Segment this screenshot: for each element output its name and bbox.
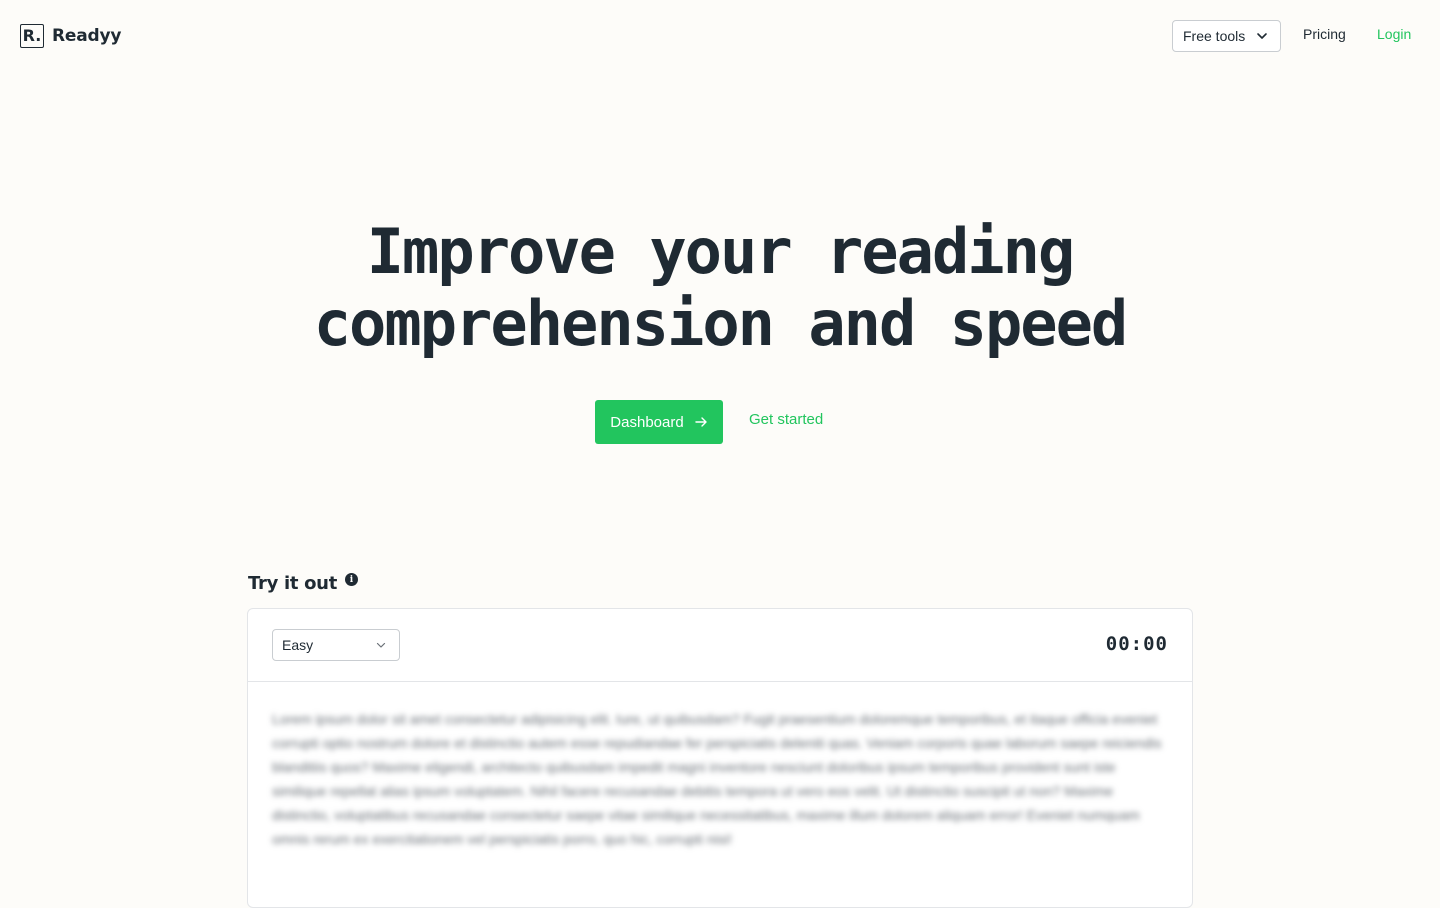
free-tools-dropdown[interactable]: Free tools [1172, 20, 1281, 52]
site-header: R. Readyy Free tools Pricing Login [0, 0, 1440, 72]
login-link[interactable]: Login [1377, 26, 1411, 42]
reading-passage: Lorem ipsum dolor sit amet consectetur a… [272, 711, 1162, 847]
hero-title: Improve your reading comprehension and s… [0, 216, 1440, 360]
dashboard-button[interactable]: Dashboard [595, 400, 723, 444]
hero-title-line-2: comprehension and speed [313, 287, 1129, 360]
panel-toolbar: Easy 00:00 [248, 609, 1192, 682]
chevron-down-icon [1257, 33, 1268, 39]
dashboard-button-label: Dashboard [610, 413, 684, 431]
hero-title-line-1: Improve your reading [366, 215, 1076, 288]
difficulty-select[interactable]: Easy [272, 629, 400, 661]
difficulty-value: Easy [282, 637, 314, 653]
free-tools-label: Free tools [1183, 28, 1246, 44]
try-it-out-heading: Try it out i [248, 573, 359, 594]
pricing-link[interactable]: Pricing [1303, 26, 1346, 42]
logo[interactable]: R. Readyy [20, 24, 121, 48]
arrow-right-icon [694, 417, 707, 427]
timer: 00:00 [1105, 633, 1168, 655]
try-it-out-label: Try it out [248, 573, 338, 594]
chevron-down-icon [376, 642, 386, 648]
logo-mark: R. [20, 24, 44, 48]
reading-panel: Easy 00:00 Lorem ipsum dolor sit amet co… [247, 608, 1193, 908]
brand-name: Readyy [52, 26, 122, 46]
get-started-link[interactable]: Get started [749, 411, 823, 428]
info-icon[interactable]: i [345, 573, 359, 586]
